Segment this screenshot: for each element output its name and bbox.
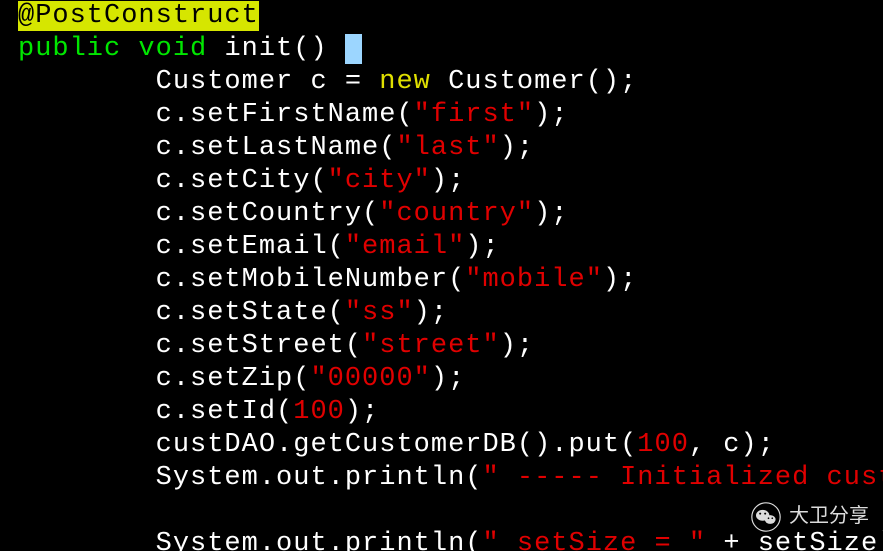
code-text: System.out.println( bbox=[18, 529, 482, 551]
code-text: c.setMobileNumber( bbox=[18, 265, 465, 295]
string-literal: "country" bbox=[379, 199, 534, 229]
code-text: System.out.println( bbox=[18, 463, 482, 493]
string-literal: "last" bbox=[396, 133, 499, 163]
string-literal: "street" bbox=[362, 331, 500, 361]
wechat-icon bbox=[751, 502, 781, 532]
string-literal: "email" bbox=[345, 232, 465, 262]
code-text: ); bbox=[431, 166, 465, 196]
code-text: ); bbox=[534, 199, 568, 229]
code-text: c.setLastName( bbox=[18, 133, 396, 163]
code-text: c.setFirstName( bbox=[18, 100, 414, 130]
string-literal: "ss" bbox=[345, 298, 414, 328]
code-text: c.setEmail( bbox=[18, 232, 345, 262]
cursor: { bbox=[345, 34, 362, 64]
watermark: 大卫分享 bbox=[751, 500, 869, 533]
string-literal: "first" bbox=[414, 100, 534, 130]
string-literal: " setSize = " bbox=[482, 529, 706, 551]
code-text: custDAO.getCustomerDB().put( bbox=[18, 430, 637, 460]
string-literal: "00000" bbox=[310, 364, 430, 394]
string-literal: "city" bbox=[328, 166, 431, 196]
code-text: , c); bbox=[689, 430, 775, 460]
code-text: ); bbox=[534, 100, 568, 130]
string-literal: " ----- Initialized custom bbox=[482, 463, 883, 493]
watermark-text: 大卫分享 bbox=[789, 500, 869, 533]
code-text: ); bbox=[500, 331, 534, 361]
code-block: @PostConstruct public void init() { Cust… bbox=[0, 0, 883, 551]
keyword-public: public bbox=[18, 34, 121, 64]
code-text: ); bbox=[431, 364, 465, 394]
method-name: init() bbox=[224, 34, 327, 64]
number-literal: 100 bbox=[637, 430, 689, 460]
keyword-new: new bbox=[379, 67, 431, 97]
code-text: ); bbox=[500, 133, 534, 163]
code-text: ); bbox=[414, 298, 448, 328]
code-text: c.setId( bbox=[18, 397, 293, 427]
annotation: @PostConstruct bbox=[18, 1, 259, 31]
code-text: ); bbox=[465, 232, 499, 262]
keyword-void: void bbox=[138, 34, 207, 64]
code-text: c.setStreet( bbox=[18, 331, 362, 361]
code-text: ); bbox=[603, 265, 637, 295]
code-text: Customer(); bbox=[431, 67, 637, 97]
code-text: c.setCity( bbox=[18, 166, 328, 196]
string-literal: "mobile" bbox=[465, 265, 603, 295]
number-literal: 100 bbox=[293, 397, 345, 427]
code-text: c.setZip( bbox=[18, 364, 310, 394]
code-text: c.setCountry( bbox=[18, 199, 379, 229]
code-text: c.setState( bbox=[18, 298, 345, 328]
code-text: ); bbox=[345, 397, 379, 427]
code-text: Customer c = bbox=[18, 67, 379, 97]
